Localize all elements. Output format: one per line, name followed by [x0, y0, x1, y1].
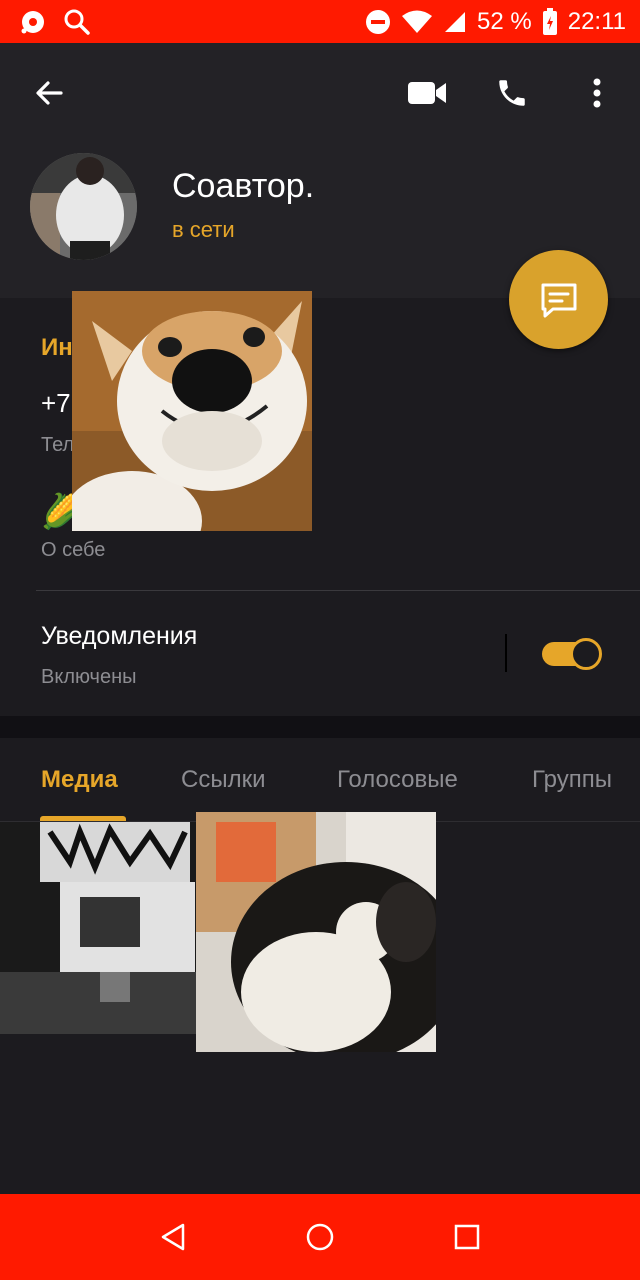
section-title: Ин	[41, 334, 73, 361]
more-vert-icon	[593, 78, 601, 108]
notifications-state: Включены	[41, 666, 137, 688]
video-call-button[interactable]	[405, 71, 449, 115]
avatar[interactable]	[30, 153, 137, 260]
back-triangle-icon	[162, 1223, 185, 1251]
about-label: О себе	[41, 539, 106, 561]
media-thumbnail[interactable]	[196, 812, 436, 1052]
home-circle-icon	[306, 1223, 334, 1251]
arrow-left-icon	[36, 81, 63, 105]
nav-recents-button[interactable]	[443, 1213, 491, 1261]
tab-groups[interactable]: Группы	[532, 766, 612, 794]
more-options-button[interactable]	[575, 71, 619, 115]
contact-name: Соавтор.	[172, 167, 315, 205]
toolbar	[0, 43, 640, 141]
signal-icon	[443, 10, 467, 34]
wifi-icon	[401, 9, 433, 35]
tab-media[interactable]: Медиа	[41, 766, 118, 794]
online-status: в сети	[172, 217, 235, 242]
search-icon	[62, 7, 92, 37]
media-tabs: Медиа Ссылки Голосовые Группы	[0, 738, 640, 822]
battery-percent: 52 %	[477, 7, 532, 35]
nav-back-button[interactable]	[149, 1213, 197, 1261]
status-bar: 52 % 22:11	[0, 0, 640, 43]
vertical-divider	[505, 634, 507, 672]
chat-icon	[541, 283, 576, 317]
clock: 22:11	[567, 7, 626, 35]
toggle-thumb	[570, 638, 602, 670]
battery-icon	[542, 7, 558, 36]
media-grid	[0, 812, 640, 1194]
section-gap	[0, 716, 640, 738]
tab-voice[interactable]: Голосовые	[337, 766, 458, 794]
voice-call-button[interactable]	[490, 71, 534, 115]
phone-number[interactable]: +7	[41, 388, 71, 419]
video-camera-icon	[408, 82, 446, 104]
system-nav-bar	[0, 1194, 640, 1280]
record-icon	[18, 7, 48, 37]
nav-home-button[interactable]	[296, 1213, 344, 1261]
recents-square-icon	[454, 1224, 479, 1250]
media-thumbnail[interactable]	[0, 822, 196, 1034]
notifications-toggle[interactable]	[542, 638, 602, 670]
phone-icon	[499, 80, 525, 106]
notifications-title[interactable]: Уведомления	[41, 622, 197, 651]
tab-links[interactable]: Ссылки	[181, 766, 266, 794]
tab-active-indicator	[40, 816, 126, 821]
divider	[36, 590, 640, 591]
message-fab[interactable]	[509, 250, 608, 349]
phone-label: Тел	[41, 434, 75, 456]
back-button[interactable]	[27, 71, 71, 115]
dog-sticker-image	[72, 291, 312, 531]
dnd-icon	[365, 9, 391, 35]
